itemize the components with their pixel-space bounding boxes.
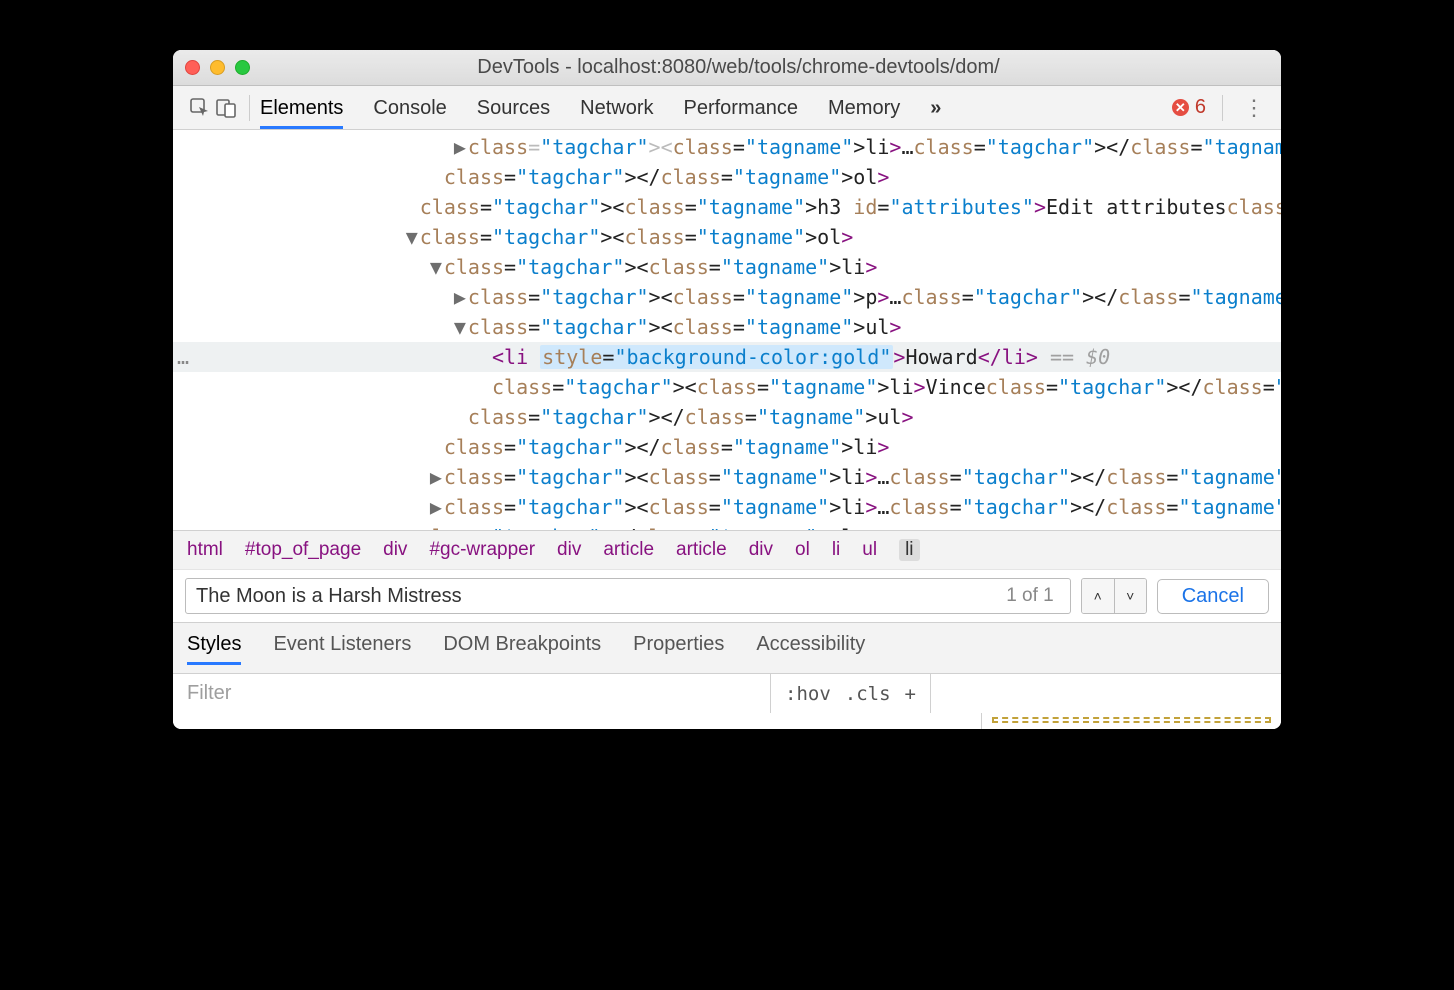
- dom-node[interactable]: ▶class="tagchar"><class="tagname">li>…cl…: [173, 132, 1281, 162]
- close-window-button[interactable]: [185, 60, 200, 75]
- styles-tools: :hov .cls +: [770, 674, 930, 713]
- elements-dom-tree[interactable]: ▶class="tagchar"><class="tagname">li>…cl…: [173, 130, 1281, 530]
- styles-filter-input[interactable]: [173, 682, 770, 705]
- tab-performance[interactable]: Performance: [684, 87, 799, 128]
- dom-node[interactable]: class="tagchar"><class="tagname">h3 id="…: [173, 192, 1281, 222]
- tab-memory[interactable]: Memory: [828, 87, 900, 128]
- subtab-event-listeners[interactable]: Event Listeners: [273, 633, 411, 665]
- breadcrumb-item[interactable]: article: [603, 539, 654, 561]
- box-model-margin-edge: [992, 717, 1271, 723]
- breadcrumb-item[interactable]: article: [676, 539, 727, 561]
- breadcrumb-item[interactable]: #gc-wrapper: [429, 539, 535, 561]
- elements-search-bar: 1 of 1 ˄ ˅ Cancel: [173, 569, 1281, 622]
- tab-network[interactable]: Network: [580, 87, 653, 128]
- hov-toggle[interactable]: :hov: [785, 683, 831, 705]
- breadcrumb-item[interactable]: li: [899, 539, 919, 561]
- dom-node[interactable]: class="tagchar"></class="tagname">ul>: [173, 402, 1281, 432]
- search-next-button[interactable]: ˅: [1114, 579, 1146, 613]
- breadcrumb-item[interactable]: ol: [795, 539, 810, 561]
- dom-node[interactable]: ▼class="tagchar"><class="tagname">ul>: [173, 312, 1281, 342]
- dom-node[interactable]: class="tagchar"></class="tagname">ol>: [173, 522, 1281, 530]
- dom-node[interactable]: class="tagchar"></class="tagname">ol>: [173, 162, 1281, 192]
- dom-node[interactable]: ▼class="tagchar"><class="tagname">ol>: [173, 222, 1281, 252]
- styles-divider: [930, 674, 931, 713]
- tab-sources[interactable]: Sources: [477, 87, 550, 128]
- search-cancel-button[interactable]: Cancel: [1157, 579, 1269, 614]
- tabs-overflow-icon[interactable]: »: [930, 87, 941, 128]
- error-count: 6: [1195, 96, 1206, 119]
- main-toolbar: Elements Console Sources Network Perform…: [173, 86, 1281, 130]
- elements-subtabs: Styles Event Listeners DOM Breakpoints Prop…: [173, 622, 1281, 673]
- dom-node-selected[interactable]: <li style="background-color:gold">Howard…: [173, 342, 1281, 372]
- error-badge[interactable]: ✕ 6: [1172, 96, 1206, 119]
- cls-toggle[interactable]: .cls: [845, 683, 891, 705]
- computed-box-model: [981, 713, 1281, 729]
- main-tabs: Elements Console Sources Network Perform…: [260, 87, 1172, 128]
- dom-breadcrumbs: html #top_of_page div #gc-wrapper div article…: [173, 530, 1281, 569]
- error-icon: ✕: [1172, 99, 1189, 116]
- dom-node[interactable]: class="tagchar"></class="tagname">li>: [173, 432, 1281, 462]
- new-style-rule-icon[interactable]: +: [905, 683, 916, 705]
- breadcrumb-item[interactable]: ul: [862, 539, 877, 561]
- breadcrumb-item[interactable]: div: [749, 539, 773, 561]
- breadcrumb-item[interactable]: html: [187, 539, 223, 561]
- breadcrumb-item[interactable]: div: [383, 539, 407, 561]
- tab-console[interactable]: Console: [373, 87, 446, 128]
- dom-node[interactable]: ▶class="tagchar"><class="tagname">p>…cla…: [173, 282, 1281, 312]
- dom-node[interactable]: class="tagchar"><class="tagname">li>Vinc…: [173, 372, 1281, 402]
- tab-elements[interactable]: Elements: [260, 87, 343, 128]
- styles-pane: [173, 713, 1281, 729]
- search-input[interactable]: [196, 585, 1006, 608]
- devtools-window: DevTools - localhost:8080/web/tools/chro…: [173, 50, 1281, 729]
- device-toolbar-icon[interactable]: [213, 98, 239, 118]
- subtab-styles[interactable]: Styles: [187, 633, 241, 665]
- breadcrumb-item[interactable]: div: [557, 539, 581, 561]
- dom-node[interactable]: ▶class="tagchar"><class="tagname">li>…cl…: [173, 492, 1281, 522]
- window-title: DevTools - localhost:8080/web/tools/chro…: [208, 56, 1269, 79]
- titlebar: DevTools - localhost:8080/web/tools/chro…: [173, 50, 1281, 86]
- search-box: 1 of 1: [185, 578, 1071, 614]
- subtab-dom-breakpoints[interactable]: DOM Breakpoints: [443, 633, 601, 665]
- toolbar-divider: [1222, 95, 1223, 121]
- toolbar-divider: [249, 95, 250, 121]
- inspect-element-icon[interactable]: [187, 98, 213, 118]
- dom-node[interactable]: ▼class="tagchar"><class="tagname">li>: [173, 252, 1281, 282]
- search-result-count: 1 of 1: [1006, 585, 1054, 607]
- breadcrumb-item[interactable]: li: [832, 539, 840, 561]
- subtab-properties[interactable]: Properties: [633, 633, 724, 665]
- search-prev-button[interactable]: ˄: [1082, 579, 1114, 613]
- breadcrumb-item[interactable]: #top_of_page: [245, 539, 361, 561]
- subtab-accessibility[interactable]: Accessibility: [756, 633, 865, 665]
- search-stepper: ˄ ˅: [1081, 578, 1147, 614]
- dom-node[interactable]: ▶class="tagchar"><class="tagname">li>…cl…: [173, 462, 1281, 492]
- kebab-menu-icon[interactable]: ⋮: [1233, 95, 1275, 121]
- styles-toolbar: :hov .cls +: [173, 673, 1281, 713]
